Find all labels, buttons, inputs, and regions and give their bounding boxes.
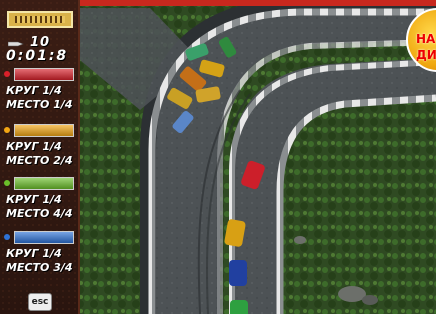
player-health-bar — [14, 68, 74, 81]
place-counter: МЕСТО 1/4 — [6, 98, 73, 111]
game-screen: 10 0:01:8 КРУГ 1/4 МЕСТО 1/4 КРУГ 1/4 МЕ… — [0, 0, 436, 314]
player-marker — [4, 180, 10, 186]
player-marker — [4, 234, 10, 240]
badge-line-2: ДИ — [416, 48, 436, 62]
car-blue — [229, 260, 247, 286]
player-health-bar — [14, 124, 74, 137]
esc-button[interactable]: esc — [28, 293, 52, 311]
player-panel-3: КРУГ 1/4 МЕСТО 4/4 — [4, 177, 76, 233]
player-panel-1: КРУГ 1/4 МЕСТО 1/4 — [4, 68, 76, 124]
player-panel-2: КРУГ 1/4 МЕСТО 2/4 — [4, 124, 76, 180]
player-health-bar — [14, 177, 74, 190]
player-marker — [4, 127, 10, 133]
hud-panel: 10 0:01:8 КРУГ 1/4 МЕСТО 1/4 КРУГ 1/4 МЕ… — [0, 0, 80, 314]
race-timer: 0:01:8 — [6, 48, 69, 64]
lap-counter: КРУГ 1/4 — [6, 140, 62, 153]
fuel-gauge — [7, 11, 73, 28]
player-panel-4: КРУГ 1/4 МЕСТО 3/4 — [4, 231, 76, 287]
bullet-icon — [8, 41, 24, 47]
lap-counter: КРУГ 1/4 — [6, 84, 62, 97]
place-counter: МЕСТО 4/4 — [6, 207, 73, 220]
place-counter: МЕСТО 3/4 — [6, 261, 73, 274]
player-health-bar — [14, 231, 74, 244]
place-counter: МЕСТО 2/4 — [6, 154, 73, 167]
player-marker — [4, 71, 10, 77]
lap-counter: КРУГ 1/4 — [6, 193, 62, 206]
car-green — [230, 300, 248, 314]
lap-counter: КРУГ 1/4 — [6, 247, 62, 260]
badge-line-1: НА — [416, 32, 436, 46]
